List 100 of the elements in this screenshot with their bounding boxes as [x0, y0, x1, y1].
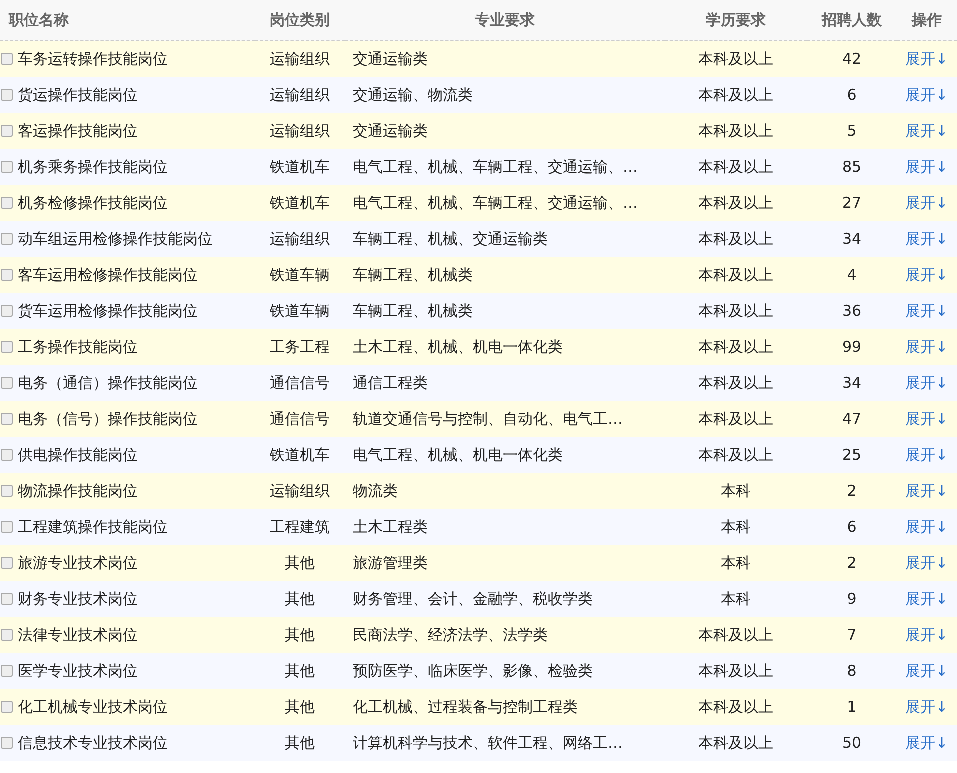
table-cell: 99 [842, 338, 862, 356]
table-cell: 运输组织 [270, 86, 330, 104]
table-cell: 铁道车辆 [270, 302, 330, 320]
checkbox[interactable] [1, 124, 13, 136]
table-cell: 电务（信号）操作技能岗位 [18, 410, 198, 428]
table-cell: 土木工程类 [353, 518, 428, 536]
table-cell: 本科及以上 [698, 230, 774, 248]
table-cell: 车辆工程、机械类 [353, 266, 473, 284]
table-cell: 其他 [285, 626, 315, 644]
table-cell: 运输组织 [270, 482, 330, 500]
table-cell: 其他 [285, 590, 315, 608]
table-cell: 客车运用检修操作技能岗位 [18, 266, 198, 284]
checkbox[interactable] [1, 700, 13, 712]
table-cell: 预防医学、临床医学、影像、检验类 [353, 662, 593, 680]
table-cell: 运输组织 [270, 50, 330, 68]
table-cell: 85 [842, 158, 862, 176]
table-cell: 旅游专业技术岗位 [18, 554, 138, 572]
column-header: 专业要求 [345, 0, 665, 40]
table-cell: 铁道车辆 [270, 266, 330, 284]
table-cell: 财务管理、会计、金融学、税收学类 [353, 590, 593, 608]
checkbox[interactable] [1, 196, 13, 208]
checkbox[interactable] [1, 592, 13, 604]
table-cell: 4 [847, 266, 857, 284]
table-cell: 铁道机车 [270, 446, 330, 464]
table-cell: 本科及以上 [698, 410, 774, 428]
table-cell: 7 [847, 626, 857, 644]
table-cell: 本科及以上 [698, 158, 774, 176]
checkbox[interactable] [1, 268, 13, 280]
table-cell: 铁道机车 [270, 158, 330, 176]
table-cell: 车辆工程、机械类 [353, 302, 473, 320]
table-cell: 9 [847, 590, 857, 608]
table-cell: 民商法学、经济法学、法学类 [353, 626, 548, 644]
table-cell: 电务（通信）操作技能岗位 [18, 374, 198, 392]
table-cell: 本科 [721, 554, 751, 572]
table-cell: 其他 [285, 554, 315, 572]
checkbox[interactable] [1, 484, 13, 496]
checkbox[interactable] [1, 736, 13, 748]
checkbox[interactable] [1, 520, 13, 532]
table-cell: 法律专业技术岗位 [18, 626, 138, 644]
table-cell: 电气工程、机械、车辆工程、交通运输、… [353, 194, 638, 212]
table-cell: 工程建筑操作技能岗位 [18, 518, 168, 536]
table-cell: 1 [847, 698, 857, 716]
table-cell: 50 [842, 734, 862, 752]
table-cell: 27 [842, 194, 862, 212]
checkbox[interactable] [1, 664, 13, 676]
table-cell: 本科 [721, 482, 751, 500]
table-cell: 6 [847, 518, 857, 536]
table-cell: 本科及以上 [698, 50, 774, 68]
checkbox[interactable] [1, 340, 13, 352]
table-cell: 5 [847, 122, 857, 140]
table-cell: 本科及以上 [698, 446, 774, 464]
table-cell: 其他 [285, 662, 315, 680]
table-cell: 车辆工程、机械、交通运输类 [353, 230, 548, 248]
table-cell: 本科及以上 [698, 698, 774, 716]
checkbox[interactable] [1, 304, 13, 316]
table-cell: 8 [847, 662, 857, 680]
table-cell: 本科及以上 [698, 734, 774, 752]
table-cell: 2 [847, 554, 857, 572]
table-cell: 34 [842, 230, 862, 248]
table-cell: 机务检修操作技能岗位 [18, 194, 168, 212]
table-cell: 财务专业技术岗位 [18, 590, 138, 608]
table-cell: 通信信号 [270, 374, 330, 392]
checkbox[interactable] [1, 232, 13, 244]
checkbox[interactable] [1, 376, 13, 388]
table-cell: 47 [842, 410, 862, 428]
table-cell: 本科 [721, 590, 751, 608]
table-cell: 化工机械、过程装备与控制工程类 [353, 698, 578, 716]
table-cell: 交通运输、物流类 [353, 86, 473, 104]
checkbox[interactable] [1, 628, 13, 640]
checkbox[interactable] [1, 556, 13, 568]
table-cell: 6 [847, 86, 857, 104]
table-cell: 货车运用检修操作技能岗位 [18, 302, 198, 320]
table-cell: 其他 [285, 698, 315, 716]
table-cell: 电气工程、机械、车辆工程、交通运输、… [353, 158, 638, 176]
table-cell: 物流类 [353, 482, 398, 500]
table-cell: 42 [842, 50, 862, 68]
table-cell: 工务操作技能岗位 [18, 338, 138, 356]
checkbox[interactable] [1, 412, 13, 424]
checkbox[interactable] [1, 88, 13, 100]
table-cell: 2 [847, 482, 857, 500]
table-cell: 通信工程类 [353, 374, 428, 392]
table-cell: 信息技术专业技术岗位 [18, 734, 168, 752]
table-cell: 本科及以上 [698, 626, 774, 644]
table-cell: 34 [842, 374, 862, 392]
table-cell: 本科及以上 [698, 374, 774, 392]
table-cell: 通信信号 [270, 410, 330, 428]
column-header: 学历要求 [665, 0, 807, 40]
table-cell: 本科 [721, 518, 751, 536]
checkbox[interactable] [1, 52, 13, 64]
table-cell: 物流操作技能岗位 [18, 482, 138, 500]
table-cell: 运输组织 [270, 230, 330, 248]
checkbox[interactable] [1, 160, 13, 172]
column-header: 招聘人数 [807, 0, 897, 40]
checkbox[interactable] [1, 448, 13, 460]
table-cell: 工务工程 [270, 338, 330, 356]
column-header: 操作 [897, 0, 957, 40]
table-cell: 客运操作技能岗位 [18, 122, 138, 140]
table-cell: 本科及以上 [698, 194, 774, 212]
table-cell: 车务运转操作技能岗位 [18, 50, 168, 68]
table-cell: 25 [842, 446, 862, 464]
